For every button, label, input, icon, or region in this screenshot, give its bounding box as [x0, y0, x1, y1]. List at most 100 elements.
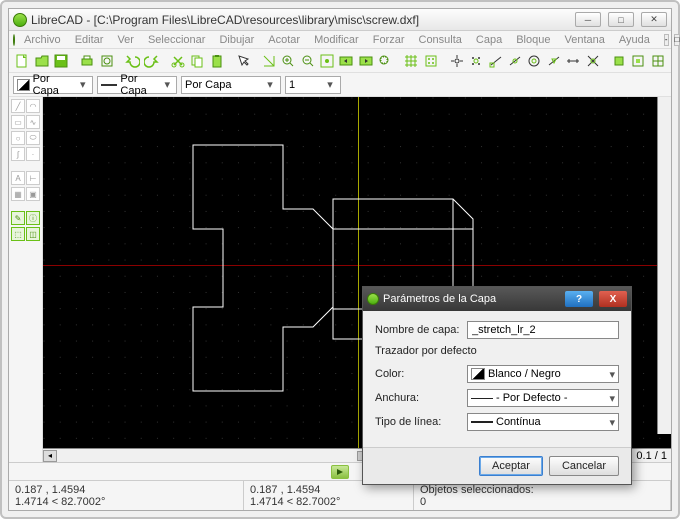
snap-dist-button[interactable] [564, 51, 582, 71]
undo-button[interactable] [123, 51, 141, 71]
tool-text[interactable]: A [11, 171, 25, 185]
zoom-pan-button[interactable] [376, 51, 394, 71]
tool-block[interactable]: ⬚ [11, 227, 25, 241]
mdi-restore-button[interactable]: □ [674, 34, 680, 46]
menu-archivo[interactable]: Archivo [19, 32, 66, 48]
tool-info[interactable]: ⓘ [26, 211, 40, 225]
snap-inter-button[interactable] [584, 51, 602, 71]
dialog-title: Parámetros de la Capa [383, 293, 559, 305]
layer-name-label: Nombre de capa: [375, 324, 461, 336]
zoom-prev-button[interactable] [337, 51, 355, 71]
snap-end-button[interactable] [486, 51, 504, 71]
grid-button[interactable] [402, 51, 420, 71]
mdi-minimize-button[interactable]: - [664, 34, 669, 46]
menu-ayuda[interactable]: Ayuda [614, 32, 655, 48]
default-pen-group: Trazador por defecto [375, 345, 619, 357]
zoom-window-button[interactable] [357, 51, 375, 71]
menu-consulta[interactable]: Consulta [414, 32, 467, 48]
abs-coord: 0.187 , 1.4594 [15, 484, 237, 496]
menu-modificar[interactable]: Modificar [309, 32, 364, 48]
snap-grid-button[interactable] [467, 51, 485, 71]
linetype-value: Por Capa [185, 79, 231, 91]
selection-label: Objetos seleccionados: [420, 484, 534, 496]
menu-bloque[interactable]: Bloque [511, 32, 555, 48]
snap-on-button[interactable] [506, 51, 524, 71]
tool-hatch[interactable]: ▦ [11, 187, 25, 201]
relative-zero-button[interactable] [648, 51, 666, 71]
tool-line[interactable]: ╱ [11, 99, 25, 113]
scroll-left-button[interactable]: ◂ [43, 450, 57, 462]
tool-modify[interactable]: ✎ [11, 211, 25, 225]
command-run-button[interactable] [331, 465, 349, 479]
menu-editar[interactable]: Editar [70, 32, 109, 48]
dialog-close-button[interactable]: X [599, 291, 627, 307]
minimize-button[interactable]: ─ [575, 12, 601, 27]
properties-bar: Por Capa▾ Por Capa▾ Por Capa▾ 1▾ [9, 73, 671, 97]
restrict-ortho-button[interactable] [629, 51, 647, 71]
tool-select[interactable]: ◫ [26, 227, 40, 241]
linetype-select[interactable]: Contínua▾ [467, 413, 619, 431]
color-select[interactable]: Blanco / Negro▾ [467, 365, 619, 383]
snap-free-button[interactable] [447, 51, 465, 71]
menu-forzar[interactable]: Forzar [368, 32, 410, 48]
dialog-titlebar[interactable]: Parámetros de la Capa ? X [363, 287, 631, 311]
pointer-button[interactable] [233, 51, 251, 71]
zoom-in-button[interactable] [279, 51, 297, 71]
close-button[interactable]: ✕ [641, 12, 667, 27]
doc-icon [13, 34, 15, 46]
color-combo[interactable]: Por Capa▾ [97, 76, 177, 94]
menu-seleccionar[interactable]: Seleccionar [143, 32, 210, 48]
menu-ventana[interactable]: Ventana [559, 32, 609, 48]
tool-arc[interactable]: ◠ [26, 99, 40, 113]
print-preview-button[interactable] [97, 51, 115, 71]
new-button[interactable] [13, 51, 31, 71]
zoom-redraw-button[interactable] [259, 51, 277, 71]
snap-mid-button[interactable] [545, 51, 563, 71]
restrict-none-button[interactable] [610, 51, 628, 71]
cancel-button[interactable]: Cancelar [549, 456, 619, 476]
color-value: Por Capa [120, 73, 158, 97]
cut-button[interactable] [169, 51, 187, 71]
menu-acotar[interactable]: Acotar [263, 32, 305, 48]
menu-ver[interactable]: Ver [112, 32, 139, 48]
menu-capa[interactable]: Capa [471, 32, 507, 48]
selection-count: 0 [420, 496, 664, 508]
zoom-out-button[interactable] [298, 51, 316, 71]
layer-name-input[interactable] [467, 321, 619, 339]
open-button[interactable] [32, 51, 50, 71]
tool-polyline[interactable]: ∿ [26, 115, 40, 129]
left-toolbox: ╱◠ ▭∿ ○⬭ ∫· A⊢ ▦▣ ✎ⓘ ⬚◫ [9, 97, 43, 462]
tool-circle[interactable]: ○ [11, 131, 25, 145]
tool-point[interactable]: · [26, 147, 40, 161]
vertical-scrollbar[interactable] [657, 97, 671, 434]
layer-combo[interactable]: Por Capa▾ [13, 76, 93, 94]
tool-rect[interactable]: ▭ [11, 115, 25, 129]
ok-button[interactable]: Aceptar [479, 456, 543, 476]
width-select[interactable]: - Por Defecto -▾ [467, 389, 619, 407]
draft-button[interactable] [422, 51, 440, 71]
menu-dibujar[interactable]: Dibujar [214, 32, 259, 48]
save-button[interactable] [52, 51, 70, 71]
maximize-button[interactable]: □ [608, 12, 634, 27]
zoom-auto-button[interactable] [318, 51, 336, 71]
width-select-value: - Por Defecto - [496, 392, 568, 404]
tool-ellipse[interactable]: ⬭ [26, 131, 40, 145]
tool-dim[interactable]: ⊢ [26, 171, 40, 185]
tool-image[interactable]: ▣ [26, 187, 40, 201]
tool-spline[interactable]: ∫ [11, 147, 25, 161]
copy-button[interactable] [188, 51, 206, 71]
linewidth-combo[interactable]: 1▾ [285, 76, 341, 94]
app-icon [13, 13, 27, 27]
color-select-value: Blanco / Negro [488, 368, 561, 380]
snap-center-button[interactable] [525, 51, 543, 71]
linetype-select-value: Contínua [496, 416, 541, 428]
paste-button[interactable] [208, 51, 226, 71]
dialog-help-button[interactable]: ? [565, 291, 593, 307]
redo-button[interactable] [143, 51, 161, 71]
window-title: LibreCAD - [C:\Program Files\LibreCAD\re… [31, 13, 568, 27]
linetype-combo[interactable]: Por Capa▾ [181, 76, 281, 94]
print-button[interactable] [78, 51, 96, 71]
layer-value: Por Capa [33, 73, 74, 97]
width-label: Anchura: [375, 392, 461, 404]
abs-polar: 1.4714 < 82.7002° [15, 496, 237, 508]
